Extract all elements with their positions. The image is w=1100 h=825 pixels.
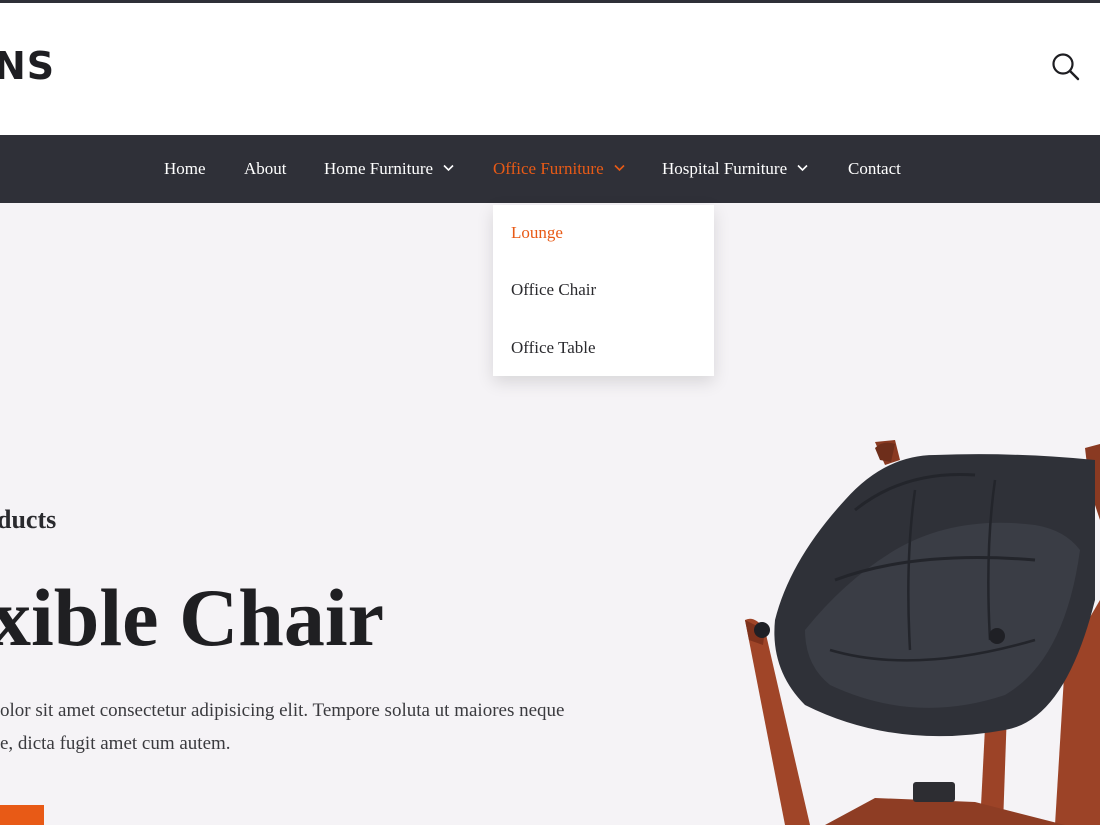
chevron-down-icon (443, 165, 454, 172)
hero-description-line: olor sit amet consectetur adipisicing el… (0, 700, 565, 721)
lounge-chair-image (745, 440, 1100, 825)
search-icon (1052, 53, 1080, 81)
chevron-down-icon (614, 165, 625, 172)
chevron-down-icon (797, 165, 808, 172)
nav-item-label: Hospital Furniture (662, 159, 788, 178)
hero-title: xible Chair (0, 572, 385, 663)
dropdown-item-lounge[interactable]: Lounge (511, 223, 563, 243)
hero-subtitle: ducts (0, 505, 57, 534)
nav-item-contact[interactable]: Contact (848, 135, 901, 203)
nav-item-label: Office Furniture (493, 159, 604, 178)
hero-description-line: e, dicta fugit amet cum autem. (0, 733, 231, 754)
nav-item-office-furniture[interactable]: Office Furniture (493, 135, 625, 203)
dropdown-item-office-table[interactable]: Office Table (511, 338, 596, 358)
main-nav: Home About Home Furniture Office Furnitu… (0, 135, 1100, 203)
nav-item-home-furniture[interactable]: Home Furniture (324, 135, 454, 203)
nav-item-label: Home Furniture (324, 159, 434, 178)
hero-description: olor sit amet consectetur adipisicing el… (0, 694, 620, 760)
dropdown-item-office-chair[interactable]: Office Chair (511, 280, 596, 300)
nav-item-hospital-furniture[interactable]: Hospital Furniture (662, 135, 808, 203)
nav-item-home[interactable]: Home (164, 135, 206, 203)
nav-item-about[interactable]: About (244, 135, 287, 203)
site-header: NS (0, 3, 1100, 135)
office-furniture-dropdown: Lounge Office Chair Office Table (493, 205, 714, 376)
nav-item-label: About (244, 159, 287, 178)
nav-item-label: Contact (848, 159, 901, 178)
nav-item-label: Home (164, 159, 206, 178)
site-logo[interactable]: NS (0, 43, 55, 89)
search-button[interactable] (1050, 51, 1082, 83)
hero-cta-button[interactable] (0, 805, 44, 825)
